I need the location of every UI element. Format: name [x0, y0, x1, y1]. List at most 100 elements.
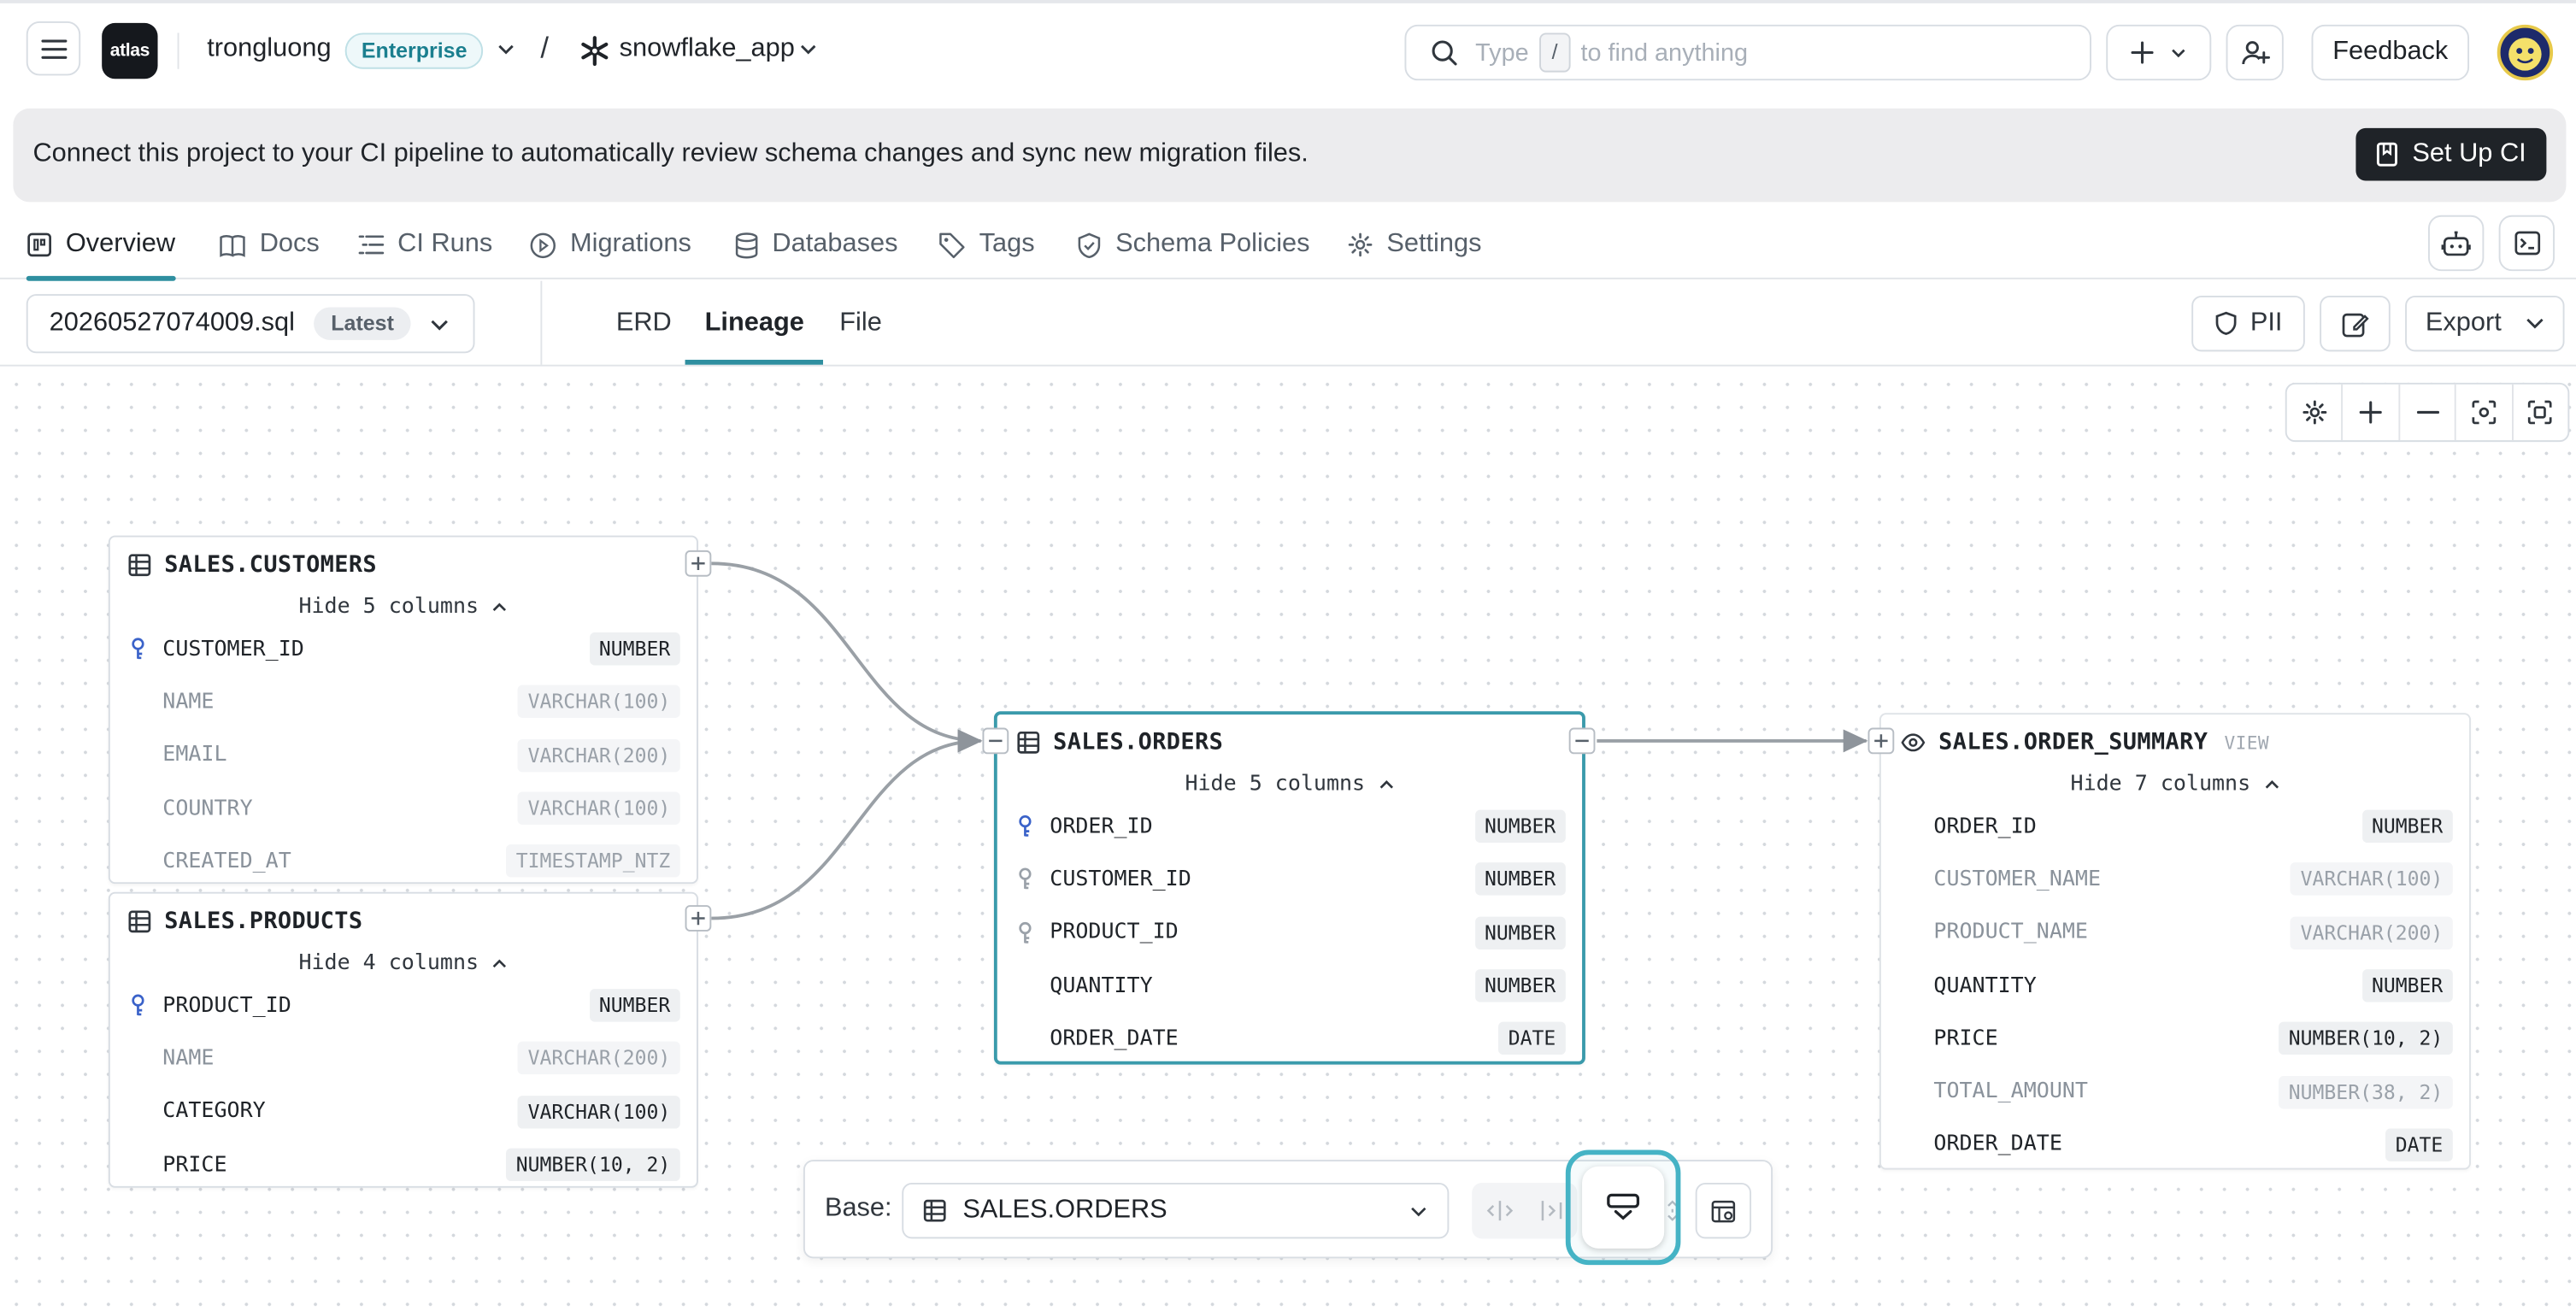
column-row[interactable]: CATEGORY VARCHAR(100) — [110, 1085, 697, 1138]
column-type: NUMBER — [1474, 862, 1566, 897]
column-row[interactable]: COUNTRY VARCHAR(100) — [110, 782, 697, 835]
table-node-orders[interactable]: SALES.ORDERS Hide 5 columns ORDER_ID NUMB… — [993, 711, 1585, 1065]
edge-customers-orders — [711, 561, 983, 753]
column-row[interactable]: CUSTOMER_ID NUMBER — [997, 853, 1582, 906]
chevron-up-icon — [1379, 780, 1393, 789]
column-row[interactable]: CREATED_AT TIMESTAMP_NTZ — [110, 835, 697, 888]
table-view-icon — [1711, 1199, 1736, 1222]
table-node-customers[interactable]: SALES.CUSTOMERS Hide 5 columns CUSTOMER_… — [108, 535, 698, 888]
foreign-key-icon — [1019, 921, 1032, 943]
expand-upstream-button[interactable] — [1867, 727, 1895, 755]
base-table-value: SALES.ORDERS — [962, 1196, 1167, 1225]
column-row[interactable]: NAME VARCHAR(200) — [110, 1032, 697, 1085]
column-type: NUMBER — [1474, 916, 1566, 949]
column-row[interactable]: CUSTOMER_NAME VARCHAR(100) — [1881, 853, 2469, 906]
column-name: EMAIL — [162, 743, 227, 768]
column-name: CREATED_AT — [162, 849, 291, 874]
expand-lineage-button[interactable] — [685, 550, 712, 577]
upstream-toggle-button[interactable] — [1472, 1183, 1527, 1238]
collapse-upstream-button[interactable] — [982, 727, 1009, 755]
column-row[interactable]: ORDER_DATE DATE — [997, 1012, 1582, 1065]
column-name: PRODUCT_NAME — [1933, 920, 2088, 945]
hide-columns-toggle[interactable]: Hide 5 columns — [997, 771, 1582, 801]
table-node-products[interactable]: SALES.PRODUCTS Hide 4 columns PRODUCT_ID… — [108, 891, 698, 1191]
plus-icon — [691, 911, 705, 926]
hide-columns-toggle[interactable]: Hide 4 columns — [110, 949, 697, 979]
column-name: ORDER_ID — [1933, 814, 2037, 839]
downstream-icon — [1541, 1201, 1562, 1221]
column-name: CUSTOMER_ID — [1050, 867, 1191, 892]
column-row[interactable]: PRODUCT_NAME VARCHAR(200) — [1881, 906, 2469, 959]
column-row[interactable]: QUANTITY NUMBER — [1881, 959, 2469, 1012]
table-name: SALES.ORDERS — [1053, 729, 1224, 756]
column-type: TIMESTAMP_NTZ — [506, 844, 680, 879]
hide-columns-toggle[interactable]: Hide 5 columns — [110, 593, 697, 623]
column-type: DATE — [1498, 1022, 1566, 1055]
column-row[interactable]: CUSTOMER_ID NUMBER — [110, 623, 697, 676]
chevron-up-icon — [2265, 780, 2279, 789]
collapse-columns-button[interactable] — [1582, 1166, 1665, 1249]
column-row[interactable]: ORDER_ID NUMBER — [997, 800, 1582, 853]
column-row[interactable]: PRODUCT_ID NUMBER — [110, 979, 697, 1032]
column-type: NUMBER(38, 2) — [2279, 1075, 2453, 1108]
column-row[interactable]: PRODUCT_ID NUMBER — [997, 906, 1582, 959]
column-type: DATE — [2385, 1128, 2453, 1161]
column-name: QUANTITY — [1933, 973, 2037, 998]
column-row[interactable]: QUANTITY NUMBER — [997, 959, 1582, 1012]
hide-columns-label: Hide 7 columns — [2070, 772, 2251, 797]
table-name: SALES.CUSTOMERS — [164, 551, 378, 579]
table-icon — [128, 554, 151, 577]
table-name: SALES.ORDER_SUMMARY — [1938, 729, 2208, 756]
column-type: NUMBER(10, 2) — [2279, 1022, 2453, 1055]
column-type: NUMBER — [2361, 969, 2453, 1002]
upstream-icon — [1486, 1201, 1514, 1221]
column-name: CUSTOMER_NAME — [1933, 867, 2102, 892]
table-header: SALES.ORDER_SUMMARY VIEW — [1881, 714, 2469, 770]
column-name: PRICE — [1933, 1026, 1998, 1051]
table-icon — [923, 1199, 946, 1222]
table-icon — [1017, 731, 1040, 754]
column-row[interactable]: PRICE NUMBER(10, 2) — [110, 1138, 697, 1191]
expand-lineage-button[interactable] — [685, 905, 712, 932]
minus-icon — [1575, 739, 1589, 743]
column-name: ORDER_ID — [1050, 814, 1153, 839]
column-name: ORDER_DATE — [1050, 1026, 1179, 1051]
column-name: CATEGORY — [162, 1099, 266, 1125]
column-view-button[interactable] — [1695, 1182, 1752, 1239]
base-table-select[interactable]: SALES.ORDERS — [902, 1182, 1450, 1239]
plus-icon — [1874, 734, 1888, 748]
chevron-up-icon — [493, 603, 507, 612]
eye-icon — [1901, 733, 1926, 752]
hide-columns-label: Hide 4 columns — [298, 950, 479, 976]
column-row[interactable]: EMAIL VARCHAR(200) — [110, 729, 697, 782]
column-name: ORDER_DATE — [1933, 1132, 2062, 1158]
column-name: PRODUCT_ID — [162, 993, 291, 1019]
table-header: SALES.CUSTOMERS — [110, 538, 697, 593]
column-name: NAME — [162, 1046, 215, 1072]
column-type: NUMBER(10, 2) — [506, 1148, 680, 1182]
hide-columns-toggle[interactable]: Hide 7 columns — [1881, 771, 2469, 801]
table-header: SALES.PRODUCTS — [110, 894, 697, 949]
column-name: COUNTRY — [162, 796, 253, 821]
column-row[interactable]: NAME VARCHAR(100) — [110, 676, 697, 729]
column-name: NAME — [162, 690, 215, 715]
column-row[interactable]: ORDER_DATE DATE — [1881, 1119, 2469, 1172]
base-label: Base: — [824, 1194, 892, 1223]
view-node-order-summary[interactable]: SALES.ORDER_SUMMARY VIEW Hide 7 columns … — [1879, 713, 2471, 1172]
column-name: CUSTOMER_ID — [162, 637, 304, 661]
primary-key-icon — [132, 638, 144, 660]
collapse-downstream-button[interactable] — [1568, 727, 1596, 755]
column-name: PRICE — [162, 1152, 227, 1178]
column-row[interactable]: TOTAL_AMOUNT NUMBER(38, 2) — [1881, 1066, 2469, 1119]
column-row[interactable]: PRICE NUMBER(10, 2) — [1881, 1012, 2469, 1065]
column-type: VARCHAR(100) — [2291, 862, 2453, 897]
column-type: NUMBER — [1474, 809, 1566, 844]
column-row[interactable]: ORDER_ID NUMBER — [1881, 800, 2469, 853]
column-name: PRODUCT_ID — [1050, 920, 1179, 945]
plus-icon — [691, 556, 705, 570]
foreign-key-icon — [1019, 868, 1032, 890]
column-type: NUMBER — [589, 632, 680, 666]
column-type: VARCHAR(200) — [518, 1042, 680, 1075]
hide-columns-label: Hide 5 columns — [298, 594, 479, 620]
primary-key-icon — [132, 994, 144, 1016]
